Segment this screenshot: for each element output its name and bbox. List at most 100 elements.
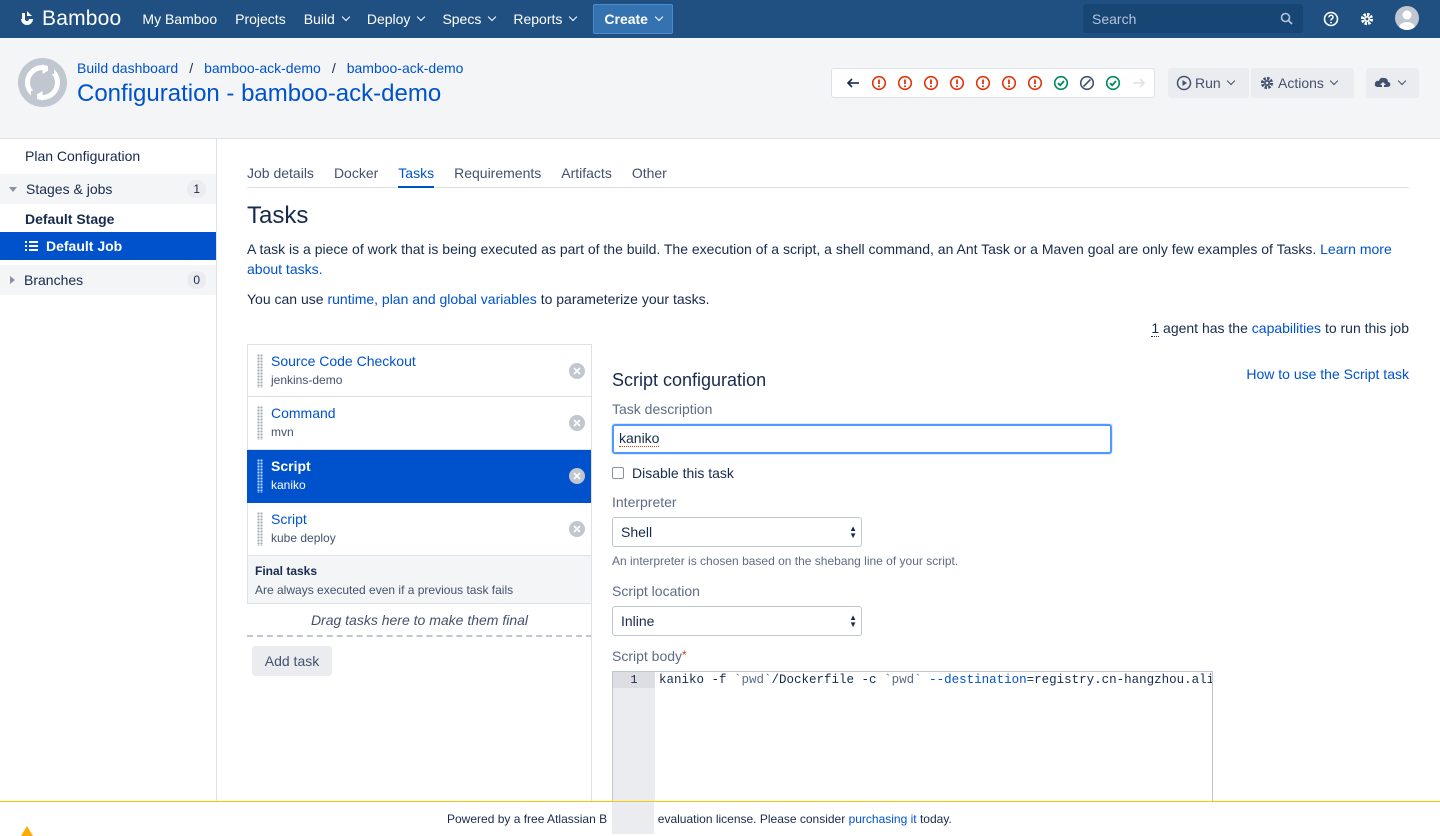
sidebar-item-default-job[interactable]: Default Job xyxy=(0,232,216,260)
nav-build[interactable]: Build xyxy=(295,0,358,38)
variables-hint: You can use runtime, plan and global var… xyxy=(247,289,710,309)
task-description-input[interactable]: kaniko xyxy=(612,424,1112,454)
user-icon xyxy=(1399,10,1415,30)
editor-gutter xyxy=(613,672,655,803)
actions-button[interactable]: Actions xyxy=(1251,68,1354,98)
purchase-link[interactable]: purchasing it xyxy=(849,812,917,826)
tab-requirements[interactable]: Requirements xyxy=(454,155,541,188)
task-name[interactable]: Command xyxy=(271,405,336,421)
footer-text-part: Powered by a free Atlassian B xyxy=(447,812,608,826)
script-location-select[interactable]: Inline ▲ ▼ xyxy=(612,606,862,636)
task-description: mvn xyxy=(271,425,294,439)
final-tasks-subtitle: Are always executed even if a previous t… xyxy=(255,583,514,597)
tab-tasks[interactable]: Tasks xyxy=(398,155,435,188)
nav-label: Deploy xyxy=(366,11,411,27)
drag-handle-icon[interactable] xyxy=(257,406,263,440)
tab-docker[interactable]: Docker xyxy=(334,155,378,188)
sidebar-item-default-stage[interactable]: Default Stage xyxy=(0,204,216,234)
task-name[interactable]: Script xyxy=(271,511,307,527)
disable-task-checkbox[interactable] xyxy=(612,467,624,479)
nav-specs[interactable]: Specs xyxy=(433,0,504,38)
required-mark: * xyxy=(682,648,687,662)
sidebar-item-plan-configuration[interactable]: Plan Configuration xyxy=(0,141,216,171)
task-item[interactable]: Source Code Checkout jenkins-demo xyxy=(247,344,592,397)
intro-text: A task is a piece of work that is being … xyxy=(247,241,1317,257)
nav-projects[interactable]: Projects xyxy=(226,0,295,38)
build-status-failed-icon[interactable] xyxy=(970,69,996,97)
task-name[interactable]: Script xyxy=(271,458,311,474)
task-item[interactable]: Command mvn xyxy=(247,397,592,450)
code-token: kaniko -f xyxy=(659,673,735,687)
tab-job-details[interactable]: Job details xyxy=(247,155,314,188)
hint-text: You can use xyxy=(247,291,324,307)
drag-handle-icon[interactable] xyxy=(257,512,263,546)
build-status-back-icon[interactable] xyxy=(840,69,866,97)
final-tasks-drop-zone[interactable]: Drag tasks here to make them final xyxy=(247,604,592,637)
sidebar-item-label: Branches xyxy=(24,272,84,288)
remove-task-icon[interactable] xyxy=(569,521,585,537)
drag-handle-icon[interactable] xyxy=(257,459,263,493)
final-tasks-header: Final tasks Are always executed even if … xyxy=(247,556,592,604)
remove-task-icon[interactable] xyxy=(569,415,585,431)
build-status-forward-icon[interactable] xyxy=(1126,69,1152,97)
top-navigation-bar: Bamboo My Bamboo Projects Build Deploy S… xyxy=(0,0,1440,38)
script-body-editor[interactable]: 1 kaniko -f `pwd`/Dockerfile -c `pwd` --… xyxy=(612,671,1213,804)
nav-reports[interactable]: Reports xyxy=(504,0,585,38)
nav-label: Build xyxy=(303,11,335,27)
code-line: kaniko -f `pwd`/Dockerfile -c `pwd` --de… xyxy=(659,672,1212,688)
nav-deploy[interactable]: Deploy xyxy=(358,0,434,38)
breadcrumb-project[interactable]: bamboo-ack-demo xyxy=(204,60,321,76)
help-icon[interactable] xyxy=(1321,9,1341,29)
tab-artifacts[interactable]: Artifacts xyxy=(561,155,612,188)
build-status-success-icon[interactable] xyxy=(1100,69,1126,97)
build-status-failed-icon[interactable] xyxy=(866,69,892,97)
bamboo-logo[interactable]: Bamboo xyxy=(18,7,121,31)
build-status-failed-icon[interactable] xyxy=(996,69,1022,97)
interpreter-select[interactable]: Shell ▲ ▼ xyxy=(612,517,862,547)
add-task-button[interactable]: Add task xyxy=(252,646,332,676)
chevron-down-icon xyxy=(1226,76,1235,86)
footer-text: Powered by a free Atlassian B evaluation… xyxy=(447,812,952,826)
breadcrumb-build-dashboard[interactable]: Build dashboard xyxy=(77,60,178,76)
breadcrumb-plan[interactable]: bamboo-ack-demo xyxy=(347,60,464,76)
list-icon xyxy=(25,241,38,251)
run-button[interactable]: Run xyxy=(1168,68,1249,98)
search-input[interactable]: Search xyxy=(1083,4,1303,33)
sidebar-item-branches[interactable]: Branches 0 xyxy=(0,265,216,295)
tasks-intro: A task is a piece of work that is being … xyxy=(247,239,1409,279)
nav-label: My Bamboo xyxy=(142,11,218,27)
build-status-failed-icon[interactable] xyxy=(892,69,918,97)
task-name[interactable]: Source Code Checkout xyxy=(271,353,416,369)
task-item[interactable]: Script kube deploy xyxy=(247,503,592,556)
drag-handle-icon[interactable] xyxy=(257,354,263,388)
help-link[interactable]: How to use the Script task xyxy=(1246,366,1409,382)
remove-task-icon[interactable] xyxy=(569,363,585,379)
deploy-menu-button[interactable] xyxy=(1366,68,1419,98)
hint-text: to parameterize your tasks. xyxy=(540,291,710,307)
question-circle-icon xyxy=(1323,11,1339,27)
build-status-failed-icon[interactable] xyxy=(1022,69,1048,97)
code-token: `pwd` xyxy=(884,673,922,687)
build-status-never-built-icon[interactable] xyxy=(1074,69,1100,97)
sidebar-item-stages-jobs[interactable]: Stages & jobs 1 xyxy=(0,174,216,204)
bamboo-logo-icon xyxy=(21,11,33,25)
task-item[interactable]: Script kaniko xyxy=(247,450,592,503)
create-button[interactable]: Create xyxy=(593,4,673,34)
gear-icon[interactable] xyxy=(1357,9,1377,29)
remove-task-icon[interactable] xyxy=(569,468,585,484)
agent-text: to run this job xyxy=(1324,320,1409,336)
code-token: --destination xyxy=(929,673,1027,687)
breadcrumb-separator: / xyxy=(189,60,194,76)
script-body-label: Script body* xyxy=(612,648,687,664)
capabilities-link[interactable]: capabilities xyxy=(1252,320,1321,336)
build-status-success-icon[interactable] xyxy=(1048,69,1074,97)
footer-text-part: today. xyxy=(919,812,952,826)
user-avatar[interactable] xyxy=(1395,6,1419,30)
variables-link[interactable]: runtime, plan and global variables xyxy=(327,291,536,307)
chevron-down-icon xyxy=(488,12,497,22)
nav-my-bamboo[interactable]: My Bamboo xyxy=(133,0,226,38)
build-status-failed-icon[interactable] xyxy=(918,69,944,97)
chevron-down-icon xyxy=(1397,76,1407,86)
build-status-failed-icon[interactable] xyxy=(944,69,970,97)
tab-other[interactable]: Other xyxy=(632,155,667,188)
